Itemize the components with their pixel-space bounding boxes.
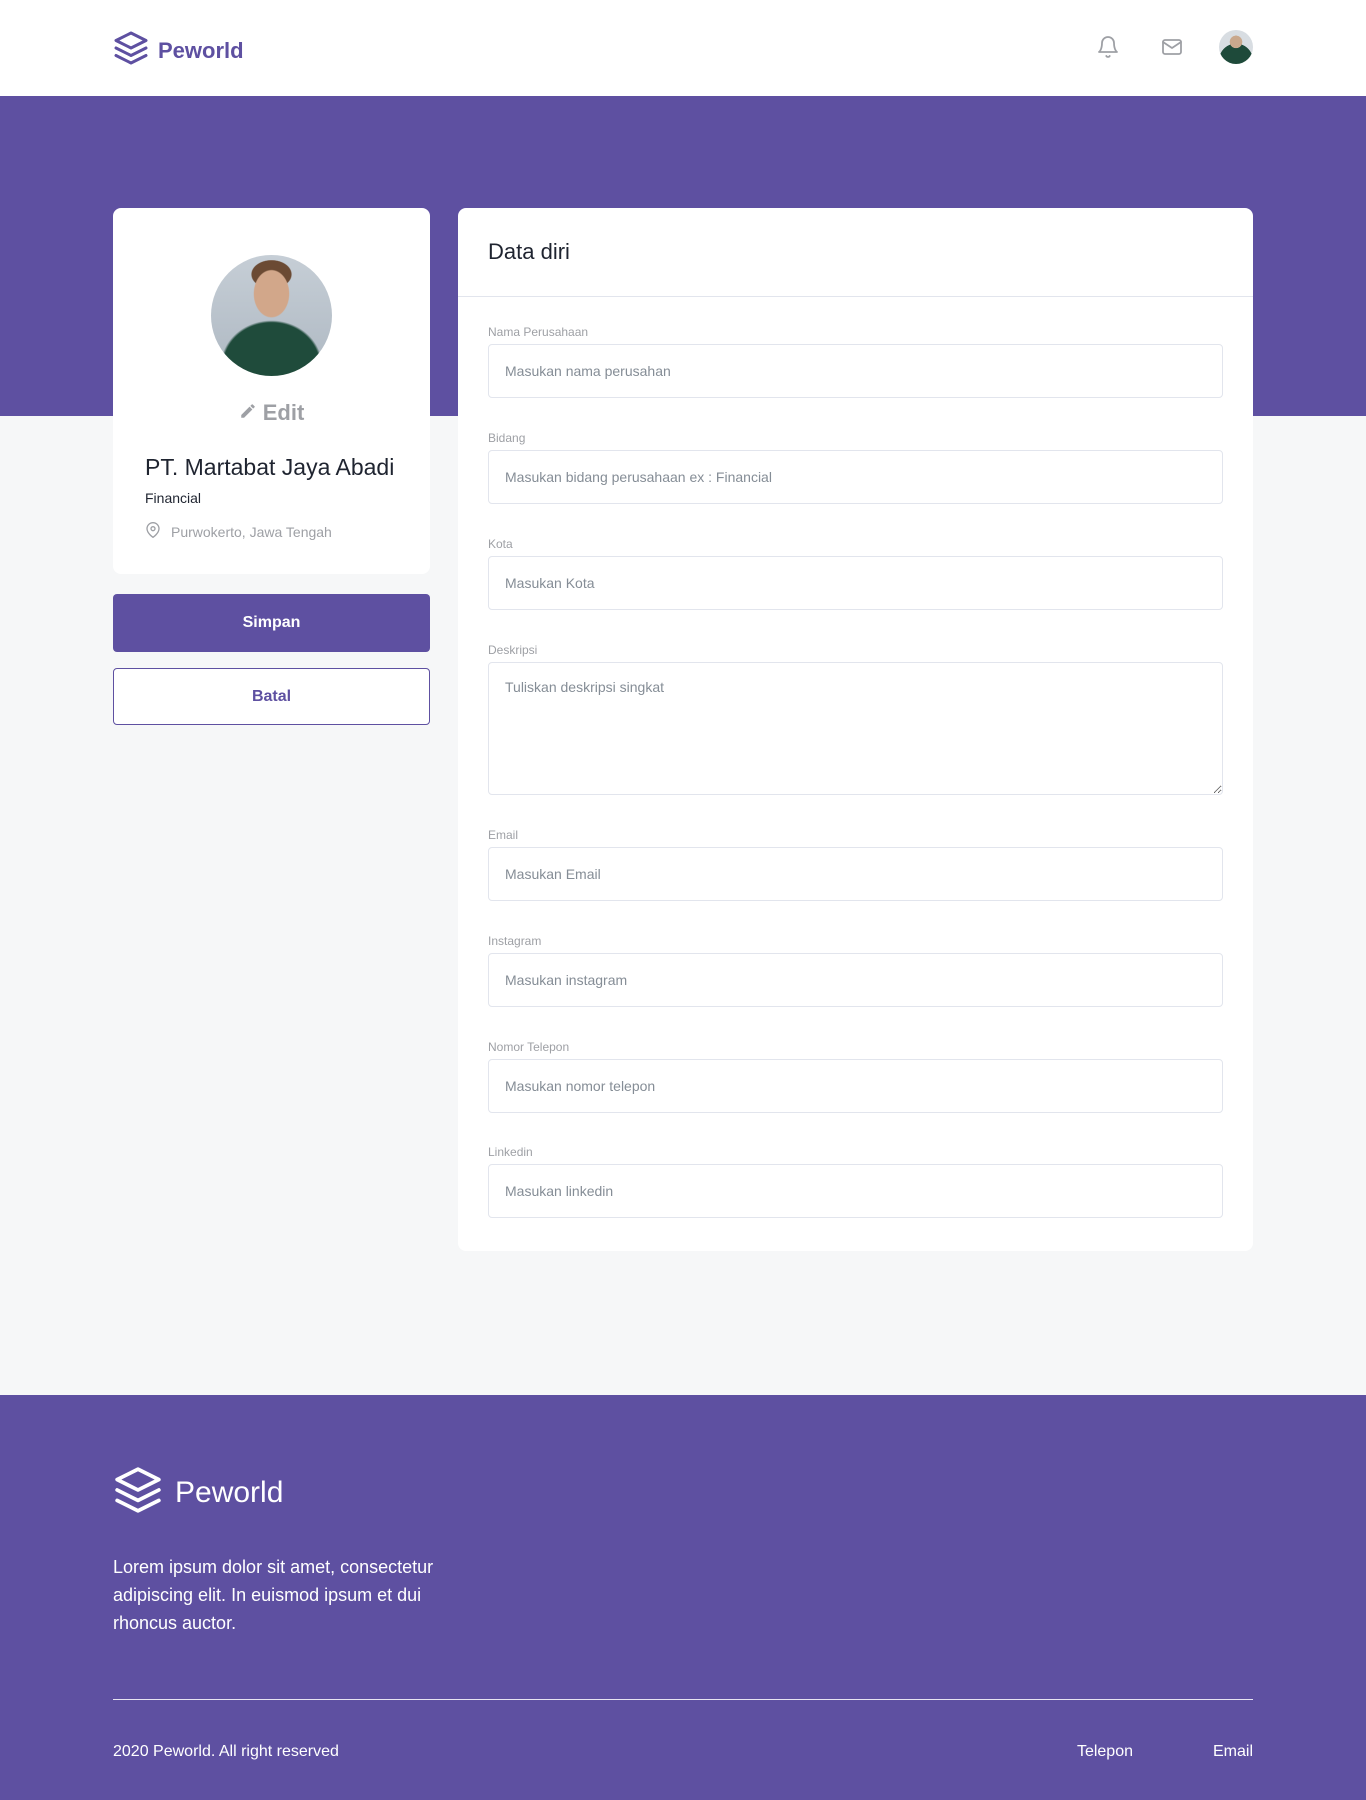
company-field: Financial bbox=[145, 490, 202, 506]
instagram-input[interactable] bbox=[488, 953, 1223, 1007]
footer-divider bbox=[113, 1699, 1253, 1700]
brand-name: Peworld bbox=[158, 37, 244, 63]
city-input[interactable] bbox=[488, 556, 1223, 610]
footer-link-email[interactable]: Email bbox=[1213, 1743, 1253, 1761]
description-textarea[interactable] bbox=[488, 662, 1223, 795]
footer-copyright: 2020 Peworld. All right reserved bbox=[113, 1743, 339, 1760]
company-profile-card: Edit PT. Martabat Jaya Abadi Financial P… bbox=[113, 208, 430, 574]
linkedin-input[interactable] bbox=[488, 1164, 1223, 1218]
location-text: Purwokerto, Jawa Tengah bbox=[171, 523, 332, 540]
city-field-group: Kota bbox=[488, 537, 1223, 610]
field-label: Kota bbox=[488, 537, 513, 551]
footer-description: Lorem ipsum dolor sit amet, consectetur … bbox=[113, 1557, 434, 1633]
description-field-group: Deskripsi bbox=[488, 643, 1223, 795]
brand-logo-link[interactable]: Peworld bbox=[113, 30, 244, 71]
industry-field-group: Bidang bbox=[488, 431, 1223, 504]
industry-input[interactable] bbox=[488, 450, 1223, 504]
field-label: Instagram bbox=[488, 934, 542, 948]
company-location: Purwokerto, Jawa Tengah bbox=[145, 522, 332, 541]
instagram-field-group: Instagram bbox=[488, 934, 1223, 1007]
user-avatar[interactable] bbox=[1219, 30, 1253, 64]
form-title: Data diri bbox=[458, 208, 1253, 297]
footer-brand-name: Peworld bbox=[175, 1475, 284, 1509]
field-label: Deskripsi bbox=[488, 643, 538, 657]
company-name: PT. Martabat Jaya Abadi bbox=[145, 454, 395, 480]
navbar-actions bbox=[1061, 30, 1253, 64]
bell-icon[interactable] bbox=[1091, 30, 1125, 64]
field-label: Nomor Telepon bbox=[488, 1040, 570, 1054]
field-label: Bidang bbox=[488, 431, 526, 445]
edit-label: Edit bbox=[262, 400, 305, 425]
field-label: Nama Perusahaan bbox=[488, 325, 589, 339]
footer-links: Telepon Email bbox=[1077, 1743, 1253, 1761]
email-input[interactable] bbox=[488, 847, 1223, 901]
field-label: Linkedin bbox=[488, 1145, 533, 1159]
save-button[interactable]: Simpan bbox=[113, 594, 430, 652]
footer: Peworld Lorem ipsum dolor sit amet, cons… bbox=[0, 1395, 1366, 1800]
edit-photo-button[interactable]: Edit bbox=[113, 400, 430, 426]
footer-brand[interactable]: Peworld bbox=[113, 1465, 283, 1520]
company-name-field-group: Nama Perusahaan bbox=[488, 325, 1223, 398]
phone-input[interactable] bbox=[488, 1059, 1223, 1113]
field-label: Email bbox=[488, 828, 519, 842]
company-avatar bbox=[211, 255, 332, 376]
mail-icon[interactable] bbox=[1155, 30, 1189, 64]
phone-field-group: Nomor Telepon bbox=[488, 1040, 1223, 1113]
personal-data-form: Data diri Nama Perusahaan Bidang Kota De… bbox=[458, 208, 1253, 1251]
layers-logo-icon bbox=[113, 30, 149, 71]
navbar: Peworld bbox=[0, 0, 1366, 96]
linkedin-field-group: Linkedin bbox=[488, 1145, 1223, 1218]
cancel-button[interactable]: Batal bbox=[113, 668, 430, 725]
layers-logo-icon bbox=[113, 1465, 163, 1520]
company-name-input[interactable] bbox=[488, 344, 1223, 398]
footer-link-phone[interactable]: Telepon bbox=[1077, 1743, 1133, 1761]
pencil-icon bbox=[239, 400, 257, 426]
email-field-group: Email bbox=[488, 828, 1223, 901]
map-pin-icon bbox=[145, 522, 161, 541]
